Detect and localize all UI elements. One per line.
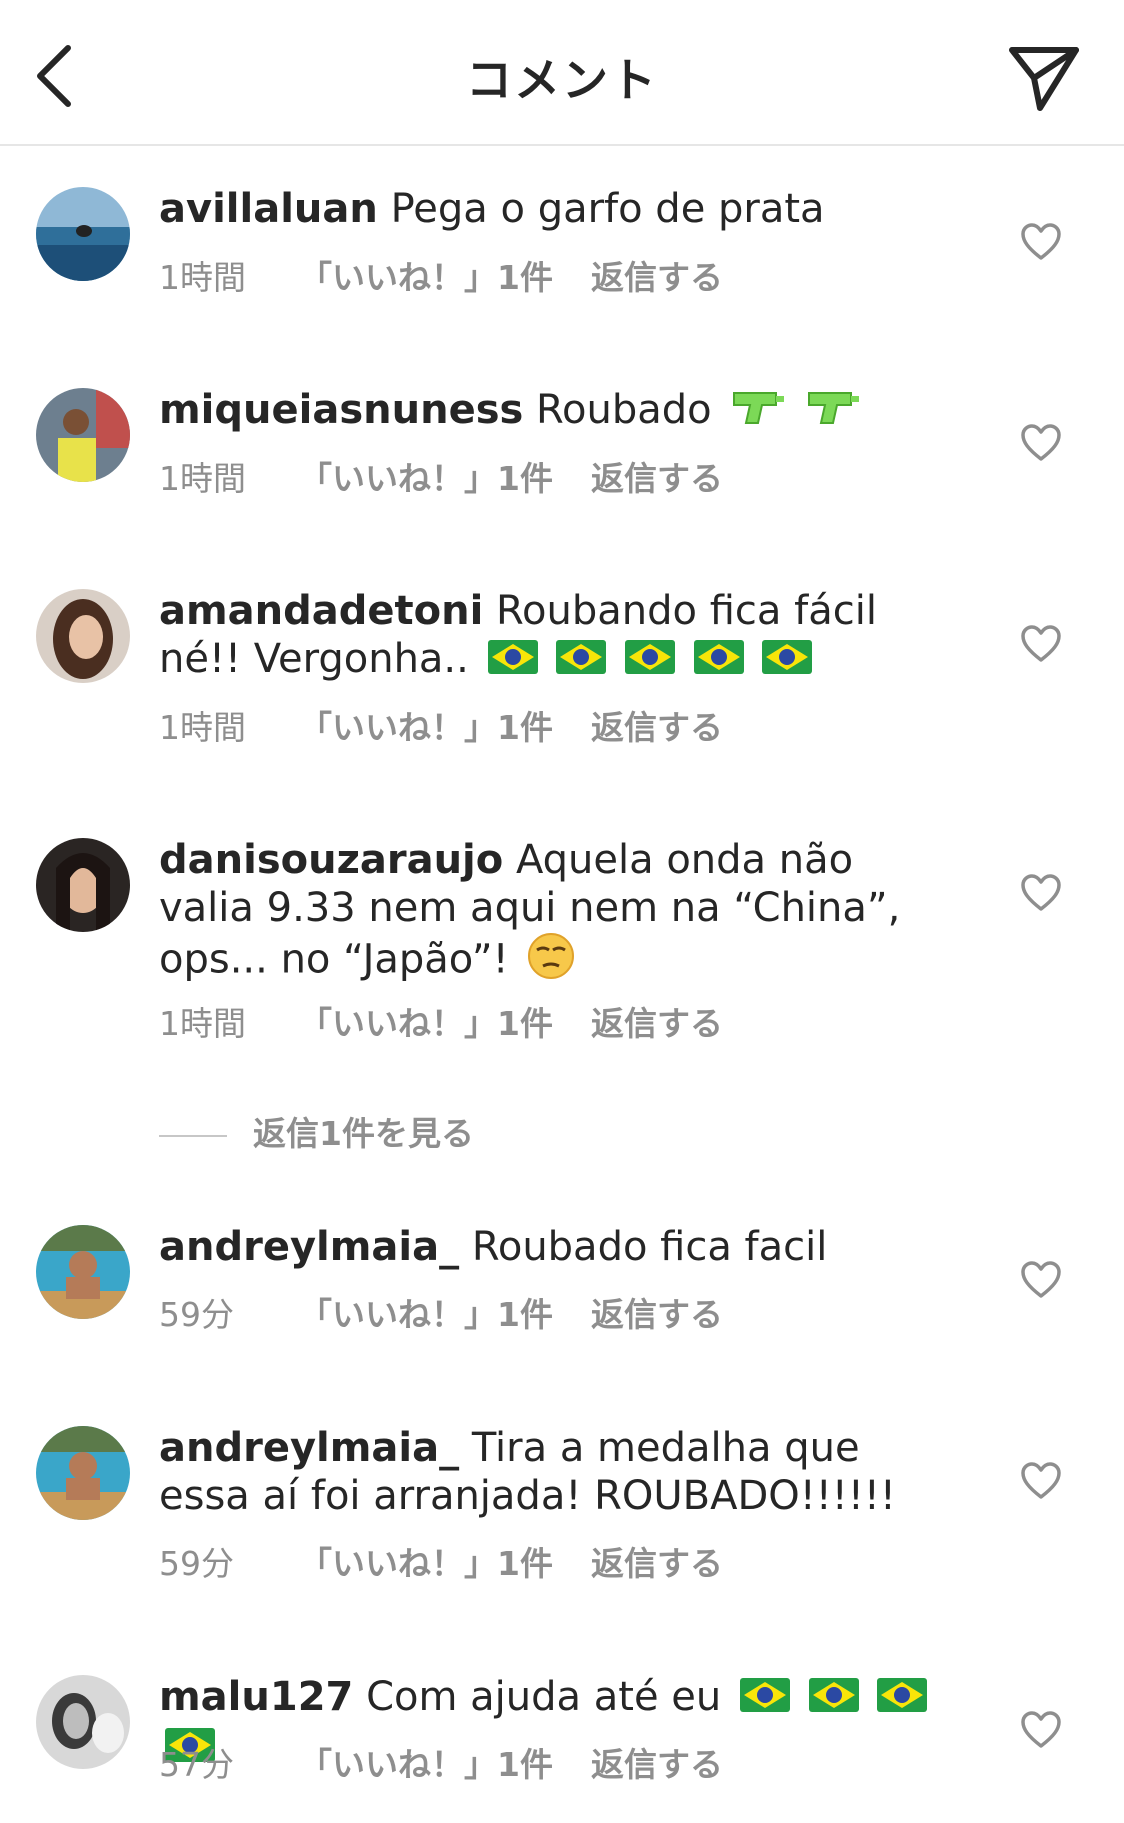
comment-time: 59分 [159, 1295, 234, 1334]
comment-username[interactable]: amandadetoni [159, 588, 483, 634]
brazil-flag-emoji [693, 637, 744, 685]
comment-body: Roubado fica facil [471, 1224, 828, 1270]
water-pistol-emoji [730, 387, 786, 438]
comment-likes[interactable]: 「いいね！」1件 [299, 1743, 591, 1787]
unamused-face-emoji [527, 932, 575, 991]
comment-likes[interactable]: 「いいね！」1件 [299, 706, 591, 750]
avatar[interactable] [36, 187, 130, 281]
view-replies-label: 返信1件を見る [253, 1114, 474, 1153]
comment-meta: 1時間 「いいね！」1件 返信する [159, 256, 723, 300]
reply-button[interactable]: 返信する [591, 1293, 723, 1337]
like-button[interactable] [1020, 624, 1062, 664]
like-button[interactable] [1020, 222, 1062, 262]
heart-icon [1021, 424, 1061, 461]
comment-meta: 59分 「いいね！」1件 返信する [159, 1293, 723, 1337]
avatar[interactable] [36, 589, 130, 683]
comment-likes[interactable]: 「いいね！」1件 [299, 256, 591, 300]
like-button[interactable] [1020, 423, 1062, 463]
comment-username[interactable]: malu127 [159, 1674, 353, 1720]
comment-likes[interactable]: 「いいね！」1件 [299, 457, 591, 501]
comment-time: 57分 [159, 1745, 234, 1784]
reply-button[interactable]: 返信する [591, 457, 723, 501]
comment-meta: 57分 「いいね！」1件 返信する [159, 1743, 723, 1787]
comment-time: 1時間 [159, 459, 246, 498]
view-replies-button[interactable]: 返信1件を見る [159, 1112, 474, 1156]
reply-button[interactable]: 返信する [591, 706, 723, 750]
comment-meta: 1時間 「いいね！」1件 返信する [159, 457, 723, 501]
header: コメント [0, 0, 1124, 146]
comment-likes[interactable]: 「いいね！」1件 [299, 1293, 591, 1337]
reply-button[interactable]: 返信する [591, 256, 723, 300]
comment-meta: 1時間 「いいね！」1件 返信する [159, 1002, 723, 1046]
comment-text: andreylmaia_ Tira a medalha que essa aí … [159, 1424, 959, 1520]
comment-username[interactable]: andreylmaia_ [159, 1425, 459, 1471]
comment-meta: 1時間 「いいね！」1件 返信する [159, 706, 723, 750]
heart-icon [1021, 625, 1061, 662]
comment-likes[interactable]: 「いいね！」1件 [299, 1542, 591, 1586]
comment-body: Roubado [536, 387, 712, 433]
like-button[interactable] [1020, 873, 1062, 913]
like-button[interactable] [1020, 1710, 1062, 1750]
divider-line [159, 1134, 227, 1137]
comment-text: avillaluan Pega o garfo de prata [159, 185, 959, 233]
avatar[interactable] [36, 838, 130, 932]
comment-username[interactable]: andreylmaia_ [159, 1224, 459, 1270]
comment-text: amandadetoni Roubando fica fácil né!! Ve… [159, 587, 959, 685]
heart-icon [1021, 223, 1061, 260]
heart-icon [1021, 1711, 1061, 1748]
heart-icon [1021, 1261, 1061, 1298]
water-pistol-emoji [805, 387, 861, 438]
avatar[interactable] [36, 1675, 130, 1769]
comment-body: Com ajuda até eu [366, 1674, 722, 1720]
heart-icon [1021, 1462, 1061, 1499]
heart-icon [1021, 874, 1061, 911]
reply-button[interactable]: 返信する [591, 1542, 723, 1586]
reply-button[interactable]: 返信する [591, 1743, 723, 1787]
comment-time: 1時間 [159, 1004, 246, 1043]
comment-body: Pega o garfo de prata [390, 186, 825, 232]
comment-text: miqueiasnuness Roubado [159, 386, 959, 438]
comment-username[interactable]: avillaluan [159, 186, 378, 232]
avatar[interactable] [36, 1225, 130, 1319]
page-title: コメント [466, 53, 658, 107]
comment-username[interactable]: miqueiasnuness [159, 387, 523, 433]
brazil-flag-emoji [877, 1675, 928, 1723]
avatar[interactable] [36, 1426, 130, 1520]
brazil-flag-emoji [487, 637, 538, 685]
comment-text: danisouzaraujo Aquela onda não valia 9.3… [159, 836, 959, 991]
avatar[interactable] [36, 388, 130, 482]
comment-meta: 59分 「いいね！」1件 返信する [159, 1542, 723, 1586]
brazil-flag-emoji [625, 637, 676, 685]
paper-plane-icon [1009, 47, 1079, 111]
brazil-flag-emoji [808, 1675, 859, 1723]
comment-time: 1時間 [159, 258, 246, 297]
brazil-flag-emoji [762, 637, 813, 685]
comment-time: 1時間 [159, 708, 246, 747]
share-button[interactable] [1006, 44, 1082, 114]
comment-likes[interactable]: 「いいね！」1件 [299, 1002, 591, 1046]
comment-time: 59分 [159, 1544, 234, 1583]
like-button[interactable] [1020, 1260, 1062, 1300]
comment-text: andreylmaia_ Roubado fica facil [159, 1223, 959, 1271]
brazil-flag-emoji [556, 637, 607, 685]
brazil-flag-emoji [739, 1675, 790, 1723]
comment-username[interactable]: danisouzaraujo [159, 837, 503, 883]
reply-button[interactable]: 返信する [591, 1002, 723, 1046]
like-button[interactable] [1020, 1461, 1062, 1501]
